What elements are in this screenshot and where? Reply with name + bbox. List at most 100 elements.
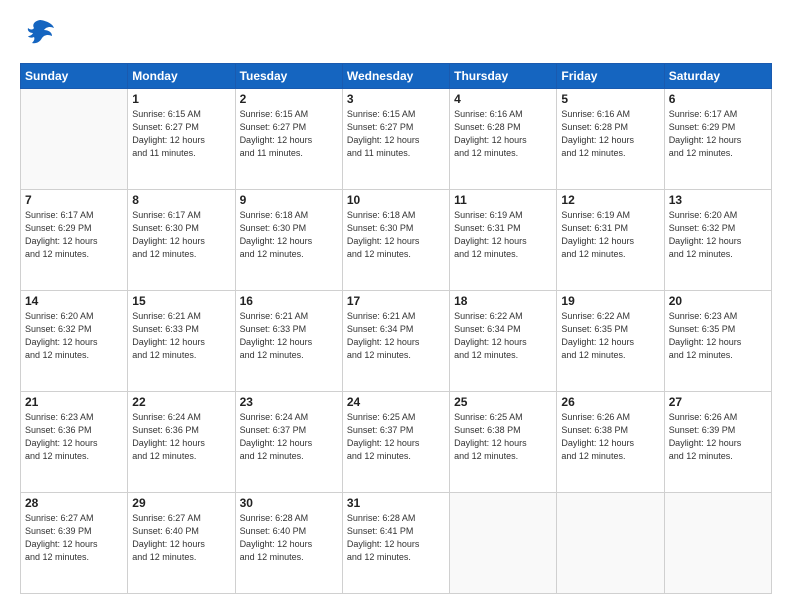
cell-info: Sunrise: 6:21 AM Sunset: 6:34 PM Dayligh… <box>347 310 445 362</box>
cell-info: Sunrise: 6:15 AM Sunset: 6:27 PM Dayligh… <box>347 108 445 160</box>
calendar-cell: 13 Sunrise: 6:20 AM Sunset: 6:32 PM Dayli… <box>664 190 771 291</box>
header <box>20 18 772 53</box>
calendar-cell: 30Sunrise: 6:28 AM Sunset: 6:40 PM Dayli… <box>235 493 342 594</box>
cell-info: Sunrise: 6:21 AM Sunset: 6:33 PM Dayligh… <box>240 310 338 362</box>
calendar-cell: 14 Sunrise: 6:20 AM Sunset: 6:32 PM Dayli… <box>21 291 128 392</box>
day-number: 1 <box>132 92 230 106</box>
day-number: 18 <box>454 294 552 308</box>
calendar-cell: 2Sunrise: 6:15 AM Sunset: 6:27 PM Daylig… <box>235 89 342 190</box>
calendar-cell: 18Sunrise: 6:22 AM Sunset: 6:34 PM Dayli… <box>450 291 557 392</box>
calendar-cell: 15Sunrise: 6:21 AM Sunset: 6:33 PM Dayli… <box>128 291 235 392</box>
day-number: 31 <box>347 496 445 510</box>
cell-info: Sunrise: 6:25 AM Sunset: 6:37 PM Dayligh… <box>347 411 445 463</box>
cell-info: Sunrise: 6:24 AM Sunset: 6:36 PM Dayligh… <box>132 411 230 463</box>
day-number: 21 <box>25 395 123 409</box>
cell-info: Sunrise: 6:21 AM Sunset: 6:33 PM Dayligh… <box>132 310 230 362</box>
cell-info: Sunrise: 6:18 AM Sunset: 6:30 PM Dayligh… <box>347 209 445 261</box>
calendar-cell: 27 Sunrise: 6:26 AM Sunset: 6:39 PM Dayli… <box>664 392 771 493</box>
calendar-cell: 28 Sunrise: 6:27 AM Sunset: 6:39 PM Dayli… <box>21 493 128 594</box>
calendar-cell: 12 Sunrise: 6:19 AM Sunset: 6:31 PM Dayli… <box>557 190 664 291</box>
day-number: 25 <box>454 395 552 409</box>
page: SundayMondayTuesdayWednesdayThursdayFrid… <box>0 0 792 612</box>
calendar-cell <box>557 493 664 594</box>
day-number: 9 <box>240 193 338 207</box>
calendar-cell: 3 Sunrise: 6:15 AM Sunset: 6:27 PM Daylig… <box>342 89 449 190</box>
calendar-cell: 31 Sunrise: 6:28 AM Sunset: 6:41 PM Dayli… <box>342 493 449 594</box>
day-number: 12 <box>561 193 659 207</box>
cell-info: Sunrise: 6:23 AM Sunset: 6:36 PM Dayligh… <box>25 411 123 463</box>
calendar-cell: 7 Sunrise: 6:17 AM Sunset: 6:29 PM Daylig… <box>21 190 128 291</box>
cell-info: Sunrise: 6:17 AM Sunset: 6:30 PM Dayligh… <box>132 209 230 261</box>
day-number: 27 <box>669 395 767 409</box>
calendar-cell: 5Sunrise: 6:16 AM Sunset: 6:28 PM Daylig… <box>557 89 664 190</box>
calendar-day-header: Wednesday <box>342 64 449 89</box>
cell-info: Sunrise: 6:18 AM Sunset: 6:30 PM Dayligh… <box>240 209 338 261</box>
logo-block <box>20 18 56 53</box>
day-number: 8 <box>132 193 230 207</box>
cell-info: Sunrise: 6:25 AM Sunset: 6:38 PM Dayligh… <box>454 411 552 463</box>
day-number: 2 <box>240 92 338 106</box>
cell-info: Sunrise: 6:23 AM Sunset: 6:35 PM Dayligh… <box>669 310 767 362</box>
cell-info: Sunrise: 6:17 AM Sunset: 6:29 PM Dayligh… <box>25 209 123 261</box>
calendar-cell: 1 Sunrise: 6:15 AM Sunset: 6:27 PM Daylig… <box>128 89 235 190</box>
cell-info: Sunrise: 6:19 AM Sunset: 6:31 PM Dayligh… <box>454 209 552 261</box>
calendar-cell: 20 Sunrise: 6:23 AM Sunset: 6:35 PM Dayli… <box>664 291 771 392</box>
calendar-week-row: 21 Sunrise: 6:23 AM Sunset: 6:36 PM Dayli… <box>21 392 772 493</box>
cell-info: Sunrise: 6:24 AM Sunset: 6:37 PM Dayligh… <box>240 411 338 463</box>
day-number: 3 <box>347 92 445 106</box>
calendar-cell: 17 Sunrise: 6:21 AM Sunset: 6:34 PM Dayli… <box>342 291 449 392</box>
calendar-cell: 11 Sunrise: 6:19 AM Sunset: 6:31 PM Dayli… <box>450 190 557 291</box>
calendar-cell: 4Sunrise: 6:16 AM Sunset: 6:28 PM Daylig… <box>450 89 557 190</box>
day-number: 26 <box>561 395 659 409</box>
calendar-cell <box>21 89 128 190</box>
day-number: 11 <box>454 193 552 207</box>
day-number: 24 <box>347 395 445 409</box>
calendar-cell: 26 Sunrise: 6:26 AM Sunset: 6:38 PM Dayli… <box>557 392 664 493</box>
cell-info: Sunrise: 6:19 AM Sunset: 6:31 PM Dayligh… <box>561 209 659 261</box>
calendar-week-row: 7 Sunrise: 6:17 AM Sunset: 6:29 PM Daylig… <box>21 190 772 291</box>
calendar-cell: 29 Sunrise: 6:27 AM Sunset: 6:40 PM Dayli… <box>128 493 235 594</box>
cell-info: Sunrise: 6:26 AM Sunset: 6:38 PM Dayligh… <box>561 411 659 463</box>
calendar-cell: 8 Sunrise: 6:17 AM Sunset: 6:30 PM Daylig… <box>128 190 235 291</box>
calendar-week-row: 14 Sunrise: 6:20 AM Sunset: 6:32 PM Dayli… <box>21 291 772 392</box>
calendar-day-header: Thursday <box>450 64 557 89</box>
calendar-day-header: Sunday <box>21 64 128 89</box>
cell-info: Sunrise: 6:20 AM Sunset: 6:32 PM Dayligh… <box>25 310 123 362</box>
day-number: 7 <box>25 193 123 207</box>
cell-info: Sunrise: 6:27 AM Sunset: 6:40 PM Dayligh… <box>132 512 230 564</box>
calendar-cell: 21 Sunrise: 6:23 AM Sunset: 6:36 PM Dayli… <box>21 392 128 493</box>
calendar-day-header: Monday <box>128 64 235 89</box>
calendar-cell: 10Sunrise: 6:18 AM Sunset: 6:30 PM Dayli… <box>342 190 449 291</box>
day-number: 29 <box>132 496 230 510</box>
day-number: 13 <box>669 193 767 207</box>
logo <box>20 18 56 53</box>
calendar-day-header: Saturday <box>664 64 771 89</box>
calendar-header-row: SundayMondayTuesdayWednesdayThursdayFrid… <box>21 64 772 89</box>
calendar-day-header: Tuesday <box>235 64 342 89</box>
calendar-cell: 22Sunrise: 6:24 AM Sunset: 6:36 PM Dayli… <box>128 392 235 493</box>
calendar-day-header: Friday <box>557 64 664 89</box>
cell-info: Sunrise: 6:26 AM Sunset: 6:39 PM Dayligh… <box>669 411 767 463</box>
calendar-week-row: 1 Sunrise: 6:15 AM Sunset: 6:27 PM Daylig… <box>21 89 772 190</box>
cell-info: Sunrise: 6:28 AM Sunset: 6:41 PM Dayligh… <box>347 512 445 564</box>
calendar-table: SundayMondayTuesdayWednesdayThursdayFrid… <box>20 63 772 594</box>
day-number: 28 <box>25 496 123 510</box>
cell-info: Sunrise: 6:16 AM Sunset: 6:28 PM Dayligh… <box>454 108 552 160</box>
day-number: 5 <box>561 92 659 106</box>
cell-info: Sunrise: 6:22 AM Sunset: 6:35 PM Dayligh… <box>561 310 659 362</box>
calendar-cell: 23Sunrise: 6:24 AM Sunset: 6:37 PM Dayli… <box>235 392 342 493</box>
calendar-cell: 19Sunrise: 6:22 AM Sunset: 6:35 PM Dayli… <box>557 291 664 392</box>
calendar-cell <box>450 493 557 594</box>
calendar-cell: 16Sunrise: 6:21 AM Sunset: 6:33 PM Dayli… <box>235 291 342 392</box>
day-number: 14 <box>25 294 123 308</box>
calendar-cell: 24 Sunrise: 6:25 AM Sunset: 6:37 PM Dayli… <box>342 392 449 493</box>
calendar-cell <box>664 493 771 594</box>
calendar-cell: 9 Sunrise: 6:18 AM Sunset: 6:30 PM Daylig… <box>235 190 342 291</box>
cell-info: Sunrise: 6:28 AM Sunset: 6:40 PM Dayligh… <box>240 512 338 564</box>
cell-info: Sunrise: 6:15 AM Sunset: 6:27 PM Dayligh… <box>132 108 230 160</box>
day-number: 20 <box>669 294 767 308</box>
cell-info: Sunrise: 6:20 AM Sunset: 6:32 PM Dayligh… <box>669 209 767 261</box>
day-number: 17 <box>347 294 445 308</box>
calendar-cell: 6Sunrise: 6:17 AM Sunset: 6:29 PM Daylig… <box>664 89 771 190</box>
cell-info: Sunrise: 6:27 AM Sunset: 6:39 PM Dayligh… <box>25 512 123 564</box>
